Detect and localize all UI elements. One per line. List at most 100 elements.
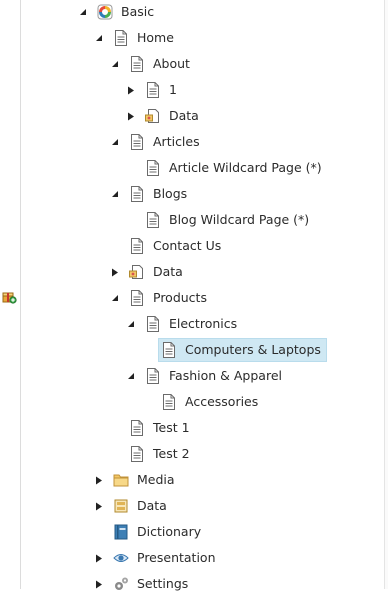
data-cube-icon (113, 498, 129, 514)
dictionary-icon (113, 524, 129, 540)
expand-arrow-icon[interactable] (92, 573, 106, 595)
data-folder-icon (129, 264, 145, 280)
tree-node-content[interactable]: Media (110, 468, 181, 492)
tree-node-basic[interactable]: Basic (76, 1, 160, 23)
tree-node-computers-laptops[interactable]: Computers & Laptops (140, 338, 327, 362)
tree-node-content[interactable]: Presentation (110, 546, 222, 570)
tree-node-label: Data (169, 108, 199, 123)
tree-node-dictionary[interactable]: Dictionary (92, 521, 207, 543)
tree-node-content[interactable]: Test 1 (126, 416, 196, 440)
expand-arrow-icon[interactable] (124, 105, 138, 127)
tree-node-blogs[interactable]: Blogs (108, 183, 193, 205)
tree-node-media[interactable]: Media (92, 469, 181, 491)
tree-node-data[interactable]: Data (124, 105, 205, 127)
tree-node-label: About (153, 56, 190, 71)
tree-node-label: Computers & Laptops (185, 342, 321, 357)
toggle-spacer (124, 209, 138, 231)
toggle-spacer (108, 443, 122, 465)
tree-node-label: Presentation (137, 550, 216, 565)
tree-node-electronics[interactable]: Electronics (124, 313, 243, 335)
tree-node-content[interactable]: Computers & Laptops (158, 338, 327, 362)
tree-node-label: Media (137, 472, 175, 487)
tree-node-content[interactable]: About (126, 52, 196, 76)
page-icon (129, 446, 145, 462)
tree-node-1[interactable]: 1 (124, 79, 183, 101)
tree-node-fashion-apparel[interactable]: Fashion & Apparel (124, 365, 288, 387)
expand-arrow-icon[interactable] (124, 79, 138, 101)
tree-node-accessories[interactable]: Accessories (140, 391, 264, 413)
collapse-arrow-icon[interactable] (108, 287, 122, 309)
toggle-spacer (124, 157, 138, 179)
tree-node-content[interactable]: Data (142, 104, 205, 128)
collapse-arrow-icon[interactable] (108, 53, 122, 75)
tree-node-label: Articles (153, 134, 200, 149)
page-icon (129, 238, 145, 254)
scroll-edge (384, 0, 388, 589)
collapse-arrow-icon[interactable] (108, 183, 122, 205)
tree-node-content[interactable]: Data (126, 260, 189, 284)
tree-node-contact-us[interactable]: Contact Us (108, 235, 227, 257)
collapse-arrow-icon[interactable] (76, 1, 90, 23)
tree-node-presentation[interactable]: Presentation (92, 547, 222, 569)
tree-node-data[interactable]: Data (108, 261, 189, 283)
eye-icon (113, 550, 129, 566)
tree-node-blog-wildcard-page[interactable]: Blog Wildcard Page (*) (124, 209, 315, 231)
tree-node-label: Basic (121, 4, 155, 19)
collapse-arrow-icon[interactable] (92, 27, 106, 49)
page-icon (129, 290, 145, 306)
tree-node-test-1[interactable]: Test 1 (108, 417, 196, 439)
page-icon (113, 30, 129, 46)
tree-node-content[interactable]: 1 (142, 78, 183, 102)
toggle-spacer (108, 417, 122, 439)
tree-node-content[interactable]: Fashion & Apparel (142, 364, 288, 388)
page-icon (129, 56, 145, 72)
page-icon (161, 394, 177, 410)
tree-node-content[interactable]: Article Wildcard Page (*) (142, 156, 328, 180)
page-icon (145, 160, 161, 176)
expand-arrow-icon[interactable] (92, 495, 106, 517)
tree-node-settings[interactable]: Settings (92, 573, 194, 595)
tree-node-articles[interactable]: Articles (108, 131, 206, 153)
toggle-spacer (140, 339, 154, 361)
collapse-arrow-icon[interactable] (124, 365, 138, 387)
expand-arrow-icon[interactable] (108, 261, 122, 283)
tree-node-content[interactable]: Blogs (126, 182, 193, 206)
tree-node-about[interactable]: About (108, 53, 196, 75)
tree-node-home[interactable]: Home (92, 27, 180, 49)
page-icon (145, 316, 161, 332)
tree-node-label: Article Wildcard Page (*) (169, 160, 322, 175)
collapse-arrow-icon[interactable] (124, 313, 138, 335)
tree-node-content[interactable]: Home (110, 26, 180, 50)
page-icon (129, 420, 145, 436)
tree-node-content[interactable]: Articles (126, 130, 206, 154)
tree-node-test-2[interactable]: Test 2 (108, 443, 196, 465)
media-folder-icon (113, 472, 129, 488)
tree-node-content[interactable]: Settings (110, 572, 194, 596)
tree-node-article-wildcard-page[interactable]: Article Wildcard Page (*) (124, 157, 328, 179)
tree-node-label: Accessories (185, 394, 259, 409)
tree-node-content[interactable]: Products (126, 286, 213, 310)
page-icon (129, 186, 145, 202)
tree-node-label: 1 (169, 82, 177, 97)
content-tree: Basic Home About 1 Data Articles Article… (0, 0, 380, 591)
tree-node-label: Contact Us (153, 238, 222, 253)
expand-arrow-icon[interactable] (92, 469, 106, 491)
tree-node-label: Products (153, 290, 207, 305)
tree-node-content[interactable]: Test 2 (126, 442, 196, 466)
tree-node-content[interactable]: Contact Us (126, 234, 227, 258)
tree-node-content[interactable]: Accessories (158, 390, 264, 414)
tree-node-content[interactable]: Electronics (142, 312, 243, 336)
page-icon (129, 134, 145, 150)
tree-node-content[interactable]: Data (110, 494, 173, 518)
tree-node-content[interactable]: Basic (94, 0, 160, 24)
toggle-spacer (108, 235, 122, 257)
tree-node-products[interactable]: Products (108, 287, 213, 309)
tree-node-content[interactable]: Blog Wildcard Page (*) (142, 208, 315, 232)
app-logo-icon (97, 4, 113, 20)
tree-node-content[interactable]: Dictionary (110, 520, 207, 544)
tree-node-data[interactable]: Data (92, 495, 173, 517)
expand-arrow-icon[interactable] (92, 547, 106, 569)
tree-node-label: Test 1 (153, 420, 190, 435)
collapse-arrow-icon[interactable] (108, 131, 122, 153)
data-folder-icon (145, 108, 161, 124)
